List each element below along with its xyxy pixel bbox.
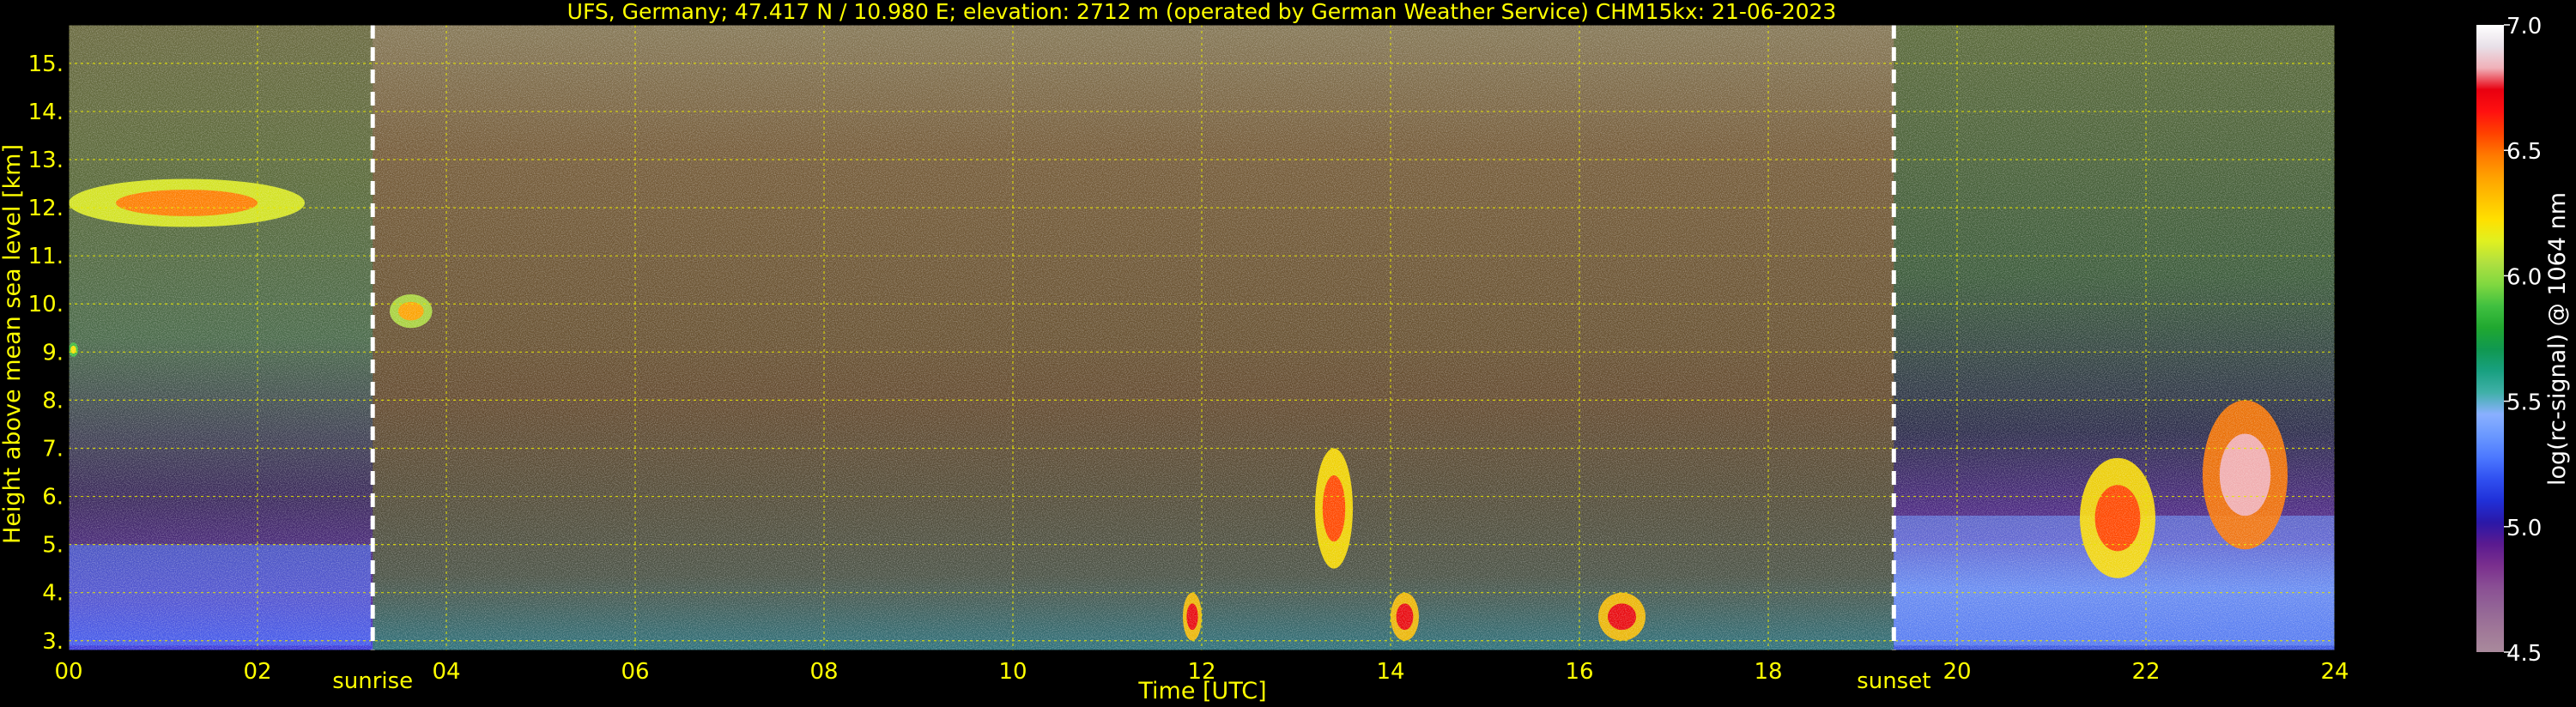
y-tick-label: 13. xyxy=(28,148,64,173)
colorbar-tick-label: 7.0 xyxy=(2506,14,2542,39)
x-tick-label: 16 xyxy=(1565,659,1593,685)
y-tick-label: 6. xyxy=(42,485,64,511)
y-tick-label: 11. xyxy=(28,244,64,269)
y-tick-label: 9. xyxy=(42,340,64,366)
y-tick-label: 5. xyxy=(42,533,64,559)
colorbar-tick-label: 4.5 xyxy=(2506,641,2542,667)
y-axis-label: Height above mean sea level [km] xyxy=(0,144,26,544)
colorbar-tick-label: 6.5 xyxy=(2506,139,2542,165)
colorbar-ticks: 4.5 5.0 5.5 6.0 6.5 7.0 xyxy=(2504,14,2542,667)
plot-area xyxy=(69,25,2335,650)
colorbar-tick-label: 6.0 xyxy=(2506,264,2542,290)
x-tick-label: 08 xyxy=(809,659,838,685)
colorbar-tick-label: 5.5 xyxy=(2506,390,2542,416)
x-axis-label: Time [UTC] xyxy=(1137,678,1266,704)
sun-marker-label-sunrise: sunrise xyxy=(332,668,413,694)
x-tick-label: 20 xyxy=(1943,659,1971,685)
y-tick-label: 3. xyxy=(42,629,64,655)
x-tick-label: 00 xyxy=(54,659,82,685)
colorbar-tick-label: 5.0 xyxy=(2506,516,2542,541)
x-tick-label: 06 xyxy=(621,659,649,685)
x-tick-label: 14 xyxy=(1376,659,1404,685)
x-tick-label: 18 xyxy=(1754,659,1782,685)
x-tick-label: 10 xyxy=(998,659,1027,685)
x-tick-label: 04 xyxy=(432,659,460,685)
x-tick-label: 24 xyxy=(2320,659,2349,685)
y-tick-label: 15. xyxy=(28,51,64,77)
colorbar: 4.5 5.0 5.5 6.0 6.5 7.0 log(rc-signal) @ 1064… xyxy=(2476,14,2571,667)
y-tick-label: 7. xyxy=(42,436,64,462)
y-axis-ticks: 3. 4. 5. 6. 7. 8. 9. 10. 11. 12. 13. 14. 15. xyxy=(28,51,64,655)
y-tick-label: 12. xyxy=(28,196,64,221)
colorbar-scale xyxy=(2476,25,2504,652)
sun-marker-labels: sunrise sunset xyxy=(332,668,1930,694)
x-tick-label: 02 xyxy=(243,659,271,685)
x-tick-label: 22 xyxy=(2131,659,2160,685)
y-tick-label: 8. xyxy=(42,388,64,414)
chart-title: UFS, Germany; 47.417 N / 10.980 E; eleva… xyxy=(567,0,1837,24)
y-tick-label: 14. xyxy=(28,100,64,125)
sun-marker-label-sunset: sunset xyxy=(1857,668,1930,694)
y-tick-label: 4. xyxy=(42,581,64,607)
y-tick-label: 10. xyxy=(28,292,64,317)
ceilometer-chart: UFS, Germany; 47.417 N / 10.980 E; eleva… xyxy=(0,0,2571,704)
colorbar-label: log(rc-signal) @ 1064 nm xyxy=(2544,192,2571,486)
